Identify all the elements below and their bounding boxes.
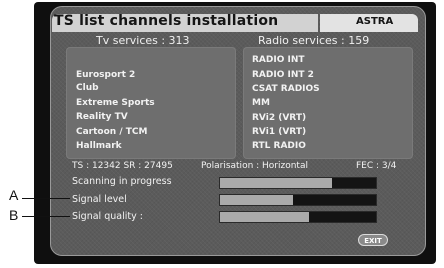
list-item[interactable]: RADIO INT 2 xyxy=(252,70,314,80)
page-title: TS list channels installation xyxy=(54,13,279,29)
list-item[interactable]: RTL RADIO xyxy=(252,141,306,151)
list-item[interactable]: Eurosport 2 xyxy=(76,70,135,80)
list-item[interactable]: Hallmark xyxy=(76,141,122,151)
fec-info: FEC : 3/4 xyxy=(356,161,397,171)
callout-b-line xyxy=(22,216,70,217)
signal-quality-label: Signal quality : xyxy=(72,211,143,222)
scanning-progress-fill xyxy=(220,178,333,188)
radio-services-header: Radio services : 159 xyxy=(258,34,370,47)
callout-a: A xyxy=(9,187,19,203)
satellite-name: ASTRA xyxy=(356,16,394,27)
list-item[interactable]: Cartoon / TCM xyxy=(76,127,147,137)
scanning-label: Scanning in progress xyxy=(72,176,172,187)
tv-services-header: Tv services : 313 xyxy=(96,34,190,47)
signal-quality-fill xyxy=(220,212,309,222)
signal-quality-bar xyxy=(219,211,377,223)
scanning-progress-bar xyxy=(219,177,377,189)
list-item[interactable]: RVi2 (VRT) xyxy=(252,113,306,123)
callout-b: B xyxy=(9,207,19,223)
callout-a-line xyxy=(22,198,70,199)
list-item[interactable]: Extreme Sports xyxy=(76,98,155,108)
list-item[interactable]: MM xyxy=(252,98,270,108)
polarisation-info: Polarisation : Horizontal xyxy=(201,161,308,171)
signal-level-fill xyxy=(220,195,294,205)
list-item[interactable]: RADIO INT xyxy=(252,55,305,65)
exit-button[interactable]: EXIT xyxy=(358,234,388,246)
list-item[interactable]: Club xyxy=(76,83,99,93)
list-item[interactable]: RVi1 (VRT) xyxy=(252,127,306,137)
signal-level-label: Signal level xyxy=(72,194,127,205)
list-item[interactable]: Reality TV xyxy=(76,112,128,122)
ts-sr-info: TS : 12342 SR : 27495 xyxy=(72,161,173,171)
list-item[interactable]: CSAT RADIOS xyxy=(252,84,320,94)
signal-level-bar xyxy=(219,194,377,206)
